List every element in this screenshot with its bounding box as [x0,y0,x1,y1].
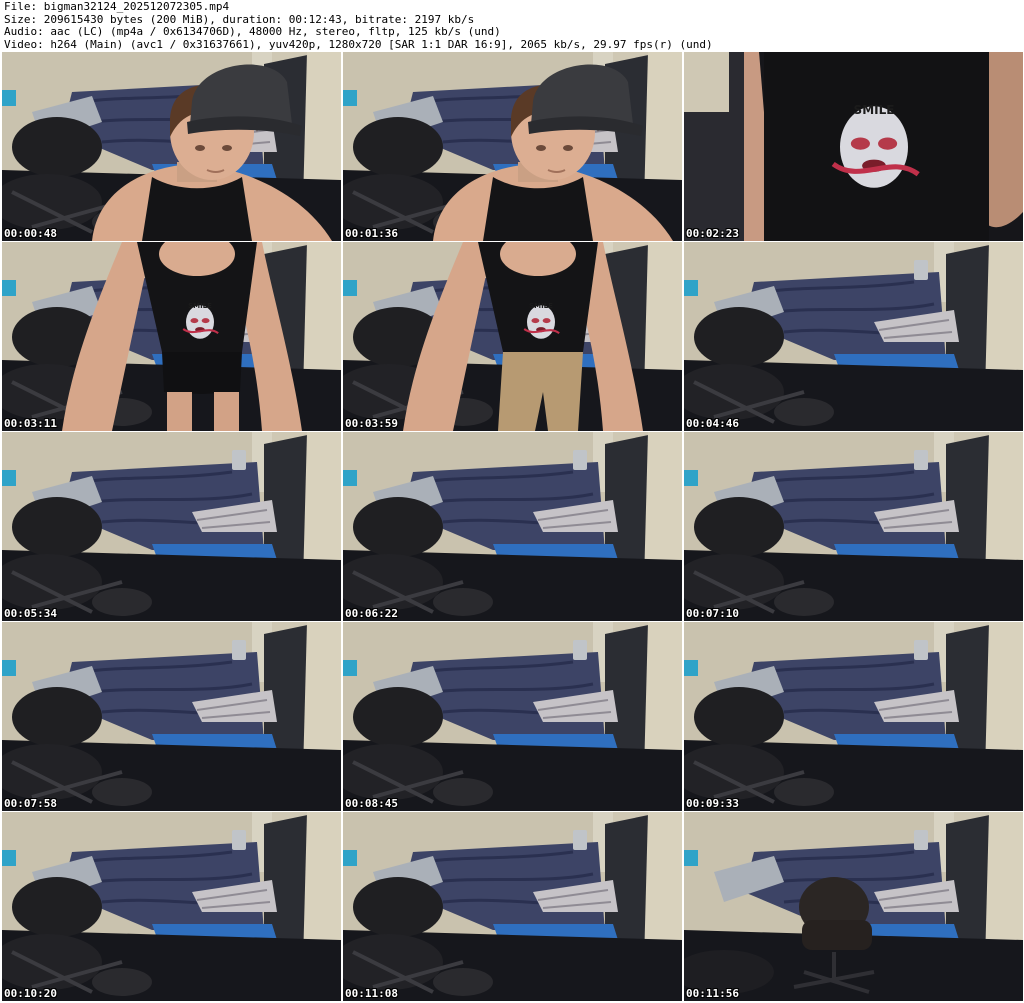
thumbnail-frame-image [2,432,341,621]
thumbnail-timestamp: 00:07:10 [686,607,739,620]
thumbnail-frame-image [343,432,682,621]
video-thumbnail: SMILE 00:03:59 [343,242,682,431]
thumbnail-timestamp: 00:07:58 [4,797,57,810]
thumbnail-frame-image [2,812,341,1001]
video-thumbnail: 00:06:22 [343,432,682,621]
thumbnail-timestamp: 00:04:46 [686,417,739,430]
thumbnail-timestamp: 00:11:56 [686,987,739,1000]
thumbnail-frame-image [343,812,682,1001]
video-thumbnail: 00:07:10 [684,432,1023,621]
thumbnail-timestamp: 00:02:23 [686,227,739,240]
video-thumbnail: 00:04:46 [684,242,1023,431]
video-thumbnail: 00:01:36 [343,52,682,241]
video-thumbnail: SMILE 00:03:11 [2,242,341,431]
thumbnail-frame-image [2,52,341,241]
thumbnail-timestamp: 00:05:34 [4,607,57,620]
thumbnail-frame-image [684,432,1023,621]
video-info-line: Video: h264 (Main) (avc1 / 0x31637661), … [4,38,713,51]
file-info-header: File: bigman32124_202512072305.mp4 Size:… [4,1,1020,51]
video-thumbnail: 00:05:34 [2,432,341,621]
thumbnail-timestamp: 00:06:22 [345,607,398,620]
video-thumbnail: 00:10:20 [2,812,341,1001]
video-thumbnail: 00:09:33 [684,622,1023,811]
svg-text:SMILE: SMILE [854,103,895,117]
thumbnail-frame-image: SMILE [343,242,682,431]
thumbnail-frame-image [684,812,1023,1001]
video-thumbnail: 00:08:45 [343,622,682,811]
file-name-line: File: bigman32124_202512072305.mp4 [4,1,230,13]
video-thumbnail: 00:11:56 [684,812,1023,1001]
thumbnail-timestamp: 00:11:08 [345,987,398,1000]
thumbnail-frame-image [684,242,1023,431]
thumbnail-frame-image [343,52,682,241]
thumbnail-timestamp: 00:01:36 [345,227,398,240]
thumbnail-frame-image: SMILE [2,242,341,431]
file-size-line: Size: 209615430 bytes (200 MiB), duratio… [4,13,475,26]
audio-info-line: Audio: aac (LC) (mp4a / 0x6134706D), 480… [4,26,501,38]
thumbnail-timestamp: 00:00:48 [4,227,57,240]
thumbnail-timestamp: 00:03:59 [345,417,398,430]
svg-text:SMILE: SMILE [529,302,553,310]
thumbnail-timestamp: 00:03:11 [4,417,57,430]
thumbnail-frame-image: SMILE [684,52,1023,241]
video-thumbnail: 00:07:58 [2,622,341,811]
video-thumbnail: 00:11:08 [343,812,682,1001]
svg-text:SMILE: SMILE [188,302,212,310]
thumbnail-frame-image [343,622,682,811]
video-thumbnail: 00:00:48 [2,52,341,241]
video-thumbnail: SMILE 00:02:23 [684,52,1023,241]
thumbnail-timestamp: 00:10:20 [4,987,57,1000]
thumbnail-frame-image [2,622,341,811]
thumbnail-frame-image [684,622,1023,811]
thumbnail-timestamp: 00:08:45 [345,797,398,810]
thumbnail-grid: 00:00:48 00:01:36 SMILE 00:02:23 SMILE 00:03:… [2,52,1023,1001]
thumbnail-timestamp: 00:09:33 [686,797,739,810]
